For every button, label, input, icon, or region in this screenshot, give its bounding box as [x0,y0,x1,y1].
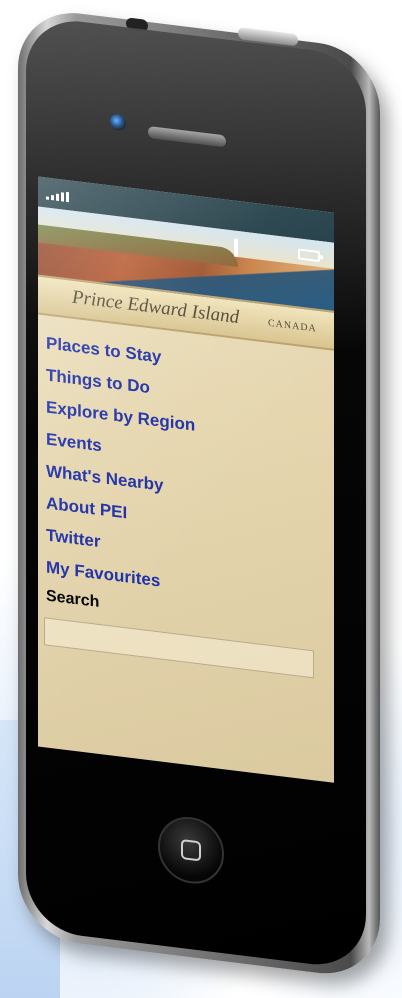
page: Prince Edward Island CANADA Places to St… [0,0,402,998]
country-label: CANADA [268,317,317,335]
search-label: Search [46,587,100,611]
main-menu: Places to Stay Things to Do Explore by R… [46,327,326,617]
app-screen: Prince Edward Island CANADA Places to St… [38,176,334,783]
lighthouse-icon [234,238,238,258]
search-input[interactable] [44,617,314,679]
home-square-icon [181,839,201,862]
signal-bars-icon [46,189,69,203]
phone-device: Prince Edward Island CANADA Places to St… [18,6,388,998]
